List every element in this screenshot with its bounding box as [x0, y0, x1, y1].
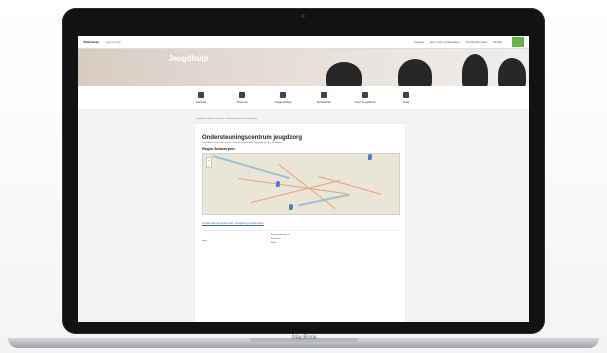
- banner-title: Jeugdhulp: [168, 54, 209, 63]
- user-avatar[interactable]: [512, 37, 524, 47]
- nav-item-organisaties[interactable]: Organisaties: [269, 91, 297, 104]
- section-divider: [202, 230, 400, 231]
- top-link-contact[interactable]: Contact: [414, 40, 424, 44]
- nav-label: Organisaties: [274, 99, 292, 104]
- top-bar: Vlaanderen Agentschap Contact Hier vind …: [78, 36, 529, 49]
- address-line: België: [271, 242, 277, 244]
- map-link[interactable]: Ondersteuningscentrum Jeugdzorg Antwerpe…: [202, 221, 264, 225]
- top-link-contactformulier[interactable]: Contactformulier: [465, 40, 487, 44]
- breadcrumb[interactable]: Jeugdhulp > Aanbod > Netwerk > Ondersteu…: [196, 118, 257, 120]
- camera: [301, 14, 305, 18]
- site-section[interactable]: Agentschap: [105, 40, 121, 44]
- nav-item-themas[interactable]: Thema's: [228, 91, 256, 104]
- banner-silhouette: [398, 59, 432, 86]
- hero-banner: Jeugdhulp: [78, 49, 529, 86]
- info-icon: [362, 91, 368, 98]
- address-label: Adres: [202, 240, 208, 242]
- nav-item-aanbod[interactable]: Aanbod: [187, 91, 215, 104]
- main-nav: Aanbod Thema's Organisaties Netwerken Ov…: [78, 86, 529, 110]
- laptop-lid: Vlaanderen Agentschap Contact Hier vind …: [62, 8, 545, 334]
- nav-item-netwerken[interactable]: Netwerken: [310, 91, 338, 104]
- region-heading: Regio Antwerpen: [202, 146, 235, 151]
- nav-label: Thema's: [236, 99, 248, 104]
- map-pin[interactable]: [368, 154, 372, 160]
- nav-label: Netwerken: [316, 99, 332, 104]
- banner-silhouette: [462, 54, 488, 86]
- briefcase-icon: [198, 91, 204, 98]
- nav-item-over-jeugdhulp[interactable]: Over Jeugdhulp: [351, 91, 379, 104]
- globe-icon: [239, 91, 245, 98]
- address-lines: Boomsesteenweg 92 Antwerpen België: [271, 233, 290, 245]
- nav-label: Antw: [402, 99, 410, 104]
- map-pin[interactable]: [289, 204, 293, 210]
- building-icon: [280, 91, 286, 98]
- region-map[interactable]: + −: [202, 153, 400, 215]
- banner-silhouette: [498, 58, 526, 86]
- device-brand: MacBook: [291, 335, 317, 341]
- article-intro: De ondersteuningscentra van het Onderste…: [202, 142, 283, 144]
- map-zoom-control[interactable]: + −: [206, 157, 212, 168]
- page-title: Ondersteuningscentrum jeugdzorg: [202, 135, 303, 141]
- nav-label: Aanbod: [195, 99, 207, 104]
- map-pin[interactable]: [276, 181, 280, 187]
- zoom-out-icon[interactable]: −: [208, 163, 210, 168]
- top-links: Contact Hier vind u publicaties Contactf…: [414, 37, 524, 47]
- banner-silhouette: [326, 62, 362, 86]
- screenshot-stage: Vlaanderen Agentschap Contact Hier vind …: [0, 0, 607, 353]
- article-card: Ondersteuningscentrum jeugdzorg De onder…: [195, 124, 405, 322]
- site-logo[interactable]: Vlaanderen: [83, 40, 99, 44]
- nav-label: Over Jeugdhulp: [354, 99, 376, 104]
- user-label[interactable]: Profiel: [493, 40, 502, 44]
- map-road: [318, 176, 382, 195]
- nav-item-antw[interactable]: Antw: [392, 91, 420, 104]
- laptop-screen: Vlaanderen Agentschap Contact Hier vind …: [78, 36, 529, 322]
- search-icon: [403, 91, 409, 98]
- network-icon: [321, 91, 327, 98]
- top-link-publicaties[interactable]: Hier vind u publicaties: [430, 40, 459, 44]
- map-river: [212, 155, 290, 179]
